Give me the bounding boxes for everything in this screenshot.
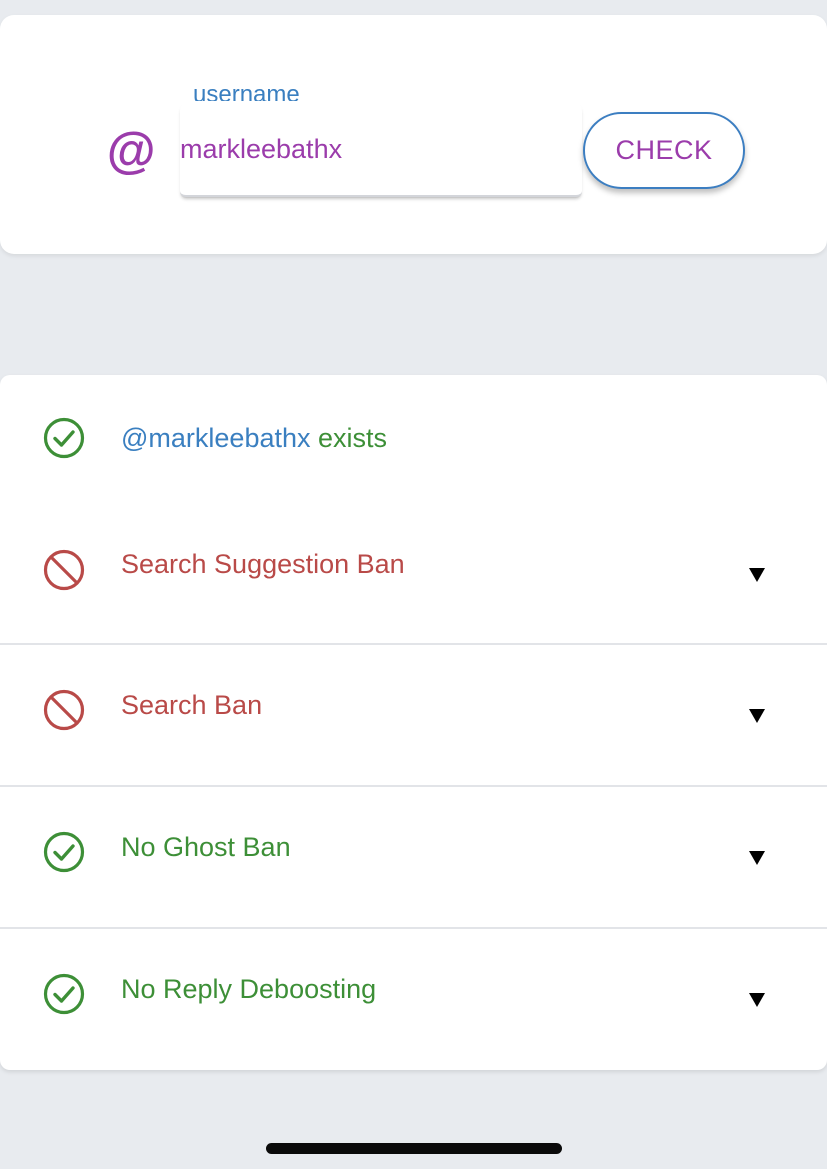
search-card: @ username CHECK bbox=[0, 15, 827, 254]
username-input[interactable] bbox=[180, 129, 560, 169]
expand-arrow-icon[interactable] bbox=[749, 709, 765, 723]
expand-arrow-icon[interactable] bbox=[749, 851, 765, 865]
username-field[interactable] bbox=[180, 101, 582, 197]
result-row-search-suggestion-ban[interactable]: Search Suggestion Ban bbox=[0, 520, 827, 644]
result-label: Search Ban bbox=[121, 690, 263, 720]
at-sign-icon: @ bbox=[106, 123, 155, 179]
result-label: No Reply Deboosting bbox=[121, 974, 377, 1004]
exists-row: @markleebathx exists bbox=[0, 375, 827, 500]
ban-icon bbox=[43, 549, 85, 591]
page: @ username CHECK @markleebathx exists bbox=[0, 0, 827, 1169]
result-label: Search Suggestion Ban bbox=[121, 549, 405, 579]
ban-icon bbox=[43, 689, 85, 731]
result-row-no-reply-deboosting[interactable]: No Reply Deboosting bbox=[0, 929, 827, 1070]
check-button[interactable]: CHECK bbox=[583, 112, 745, 189]
check-circle-icon bbox=[43, 417, 85, 459]
result-row-no-ghost-ban[interactable]: No Ghost Ban bbox=[0, 787, 827, 927]
expand-arrow-icon[interactable] bbox=[749, 568, 765, 582]
result-label: No Ghost Ban bbox=[121, 832, 291, 862]
home-indicator[interactable] bbox=[266, 1143, 562, 1154]
check-circle-icon bbox=[43, 973, 85, 1015]
exists-handle: @markleebathx bbox=[121, 423, 311, 453]
expand-arrow-icon[interactable] bbox=[749, 993, 765, 1007]
result-row-search-ban[interactable]: Search Ban bbox=[0, 645, 827, 785]
exists-text: @markleebathx exists bbox=[121, 422, 387, 454]
check-circle-icon bbox=[43, 831, 85, 873]
results-card: @markleebathx exists Search Suggestion B… bbox=[0, 375, 827, 1070]
exists-suffix: exists bbox=[318, 423, 388, 453]
